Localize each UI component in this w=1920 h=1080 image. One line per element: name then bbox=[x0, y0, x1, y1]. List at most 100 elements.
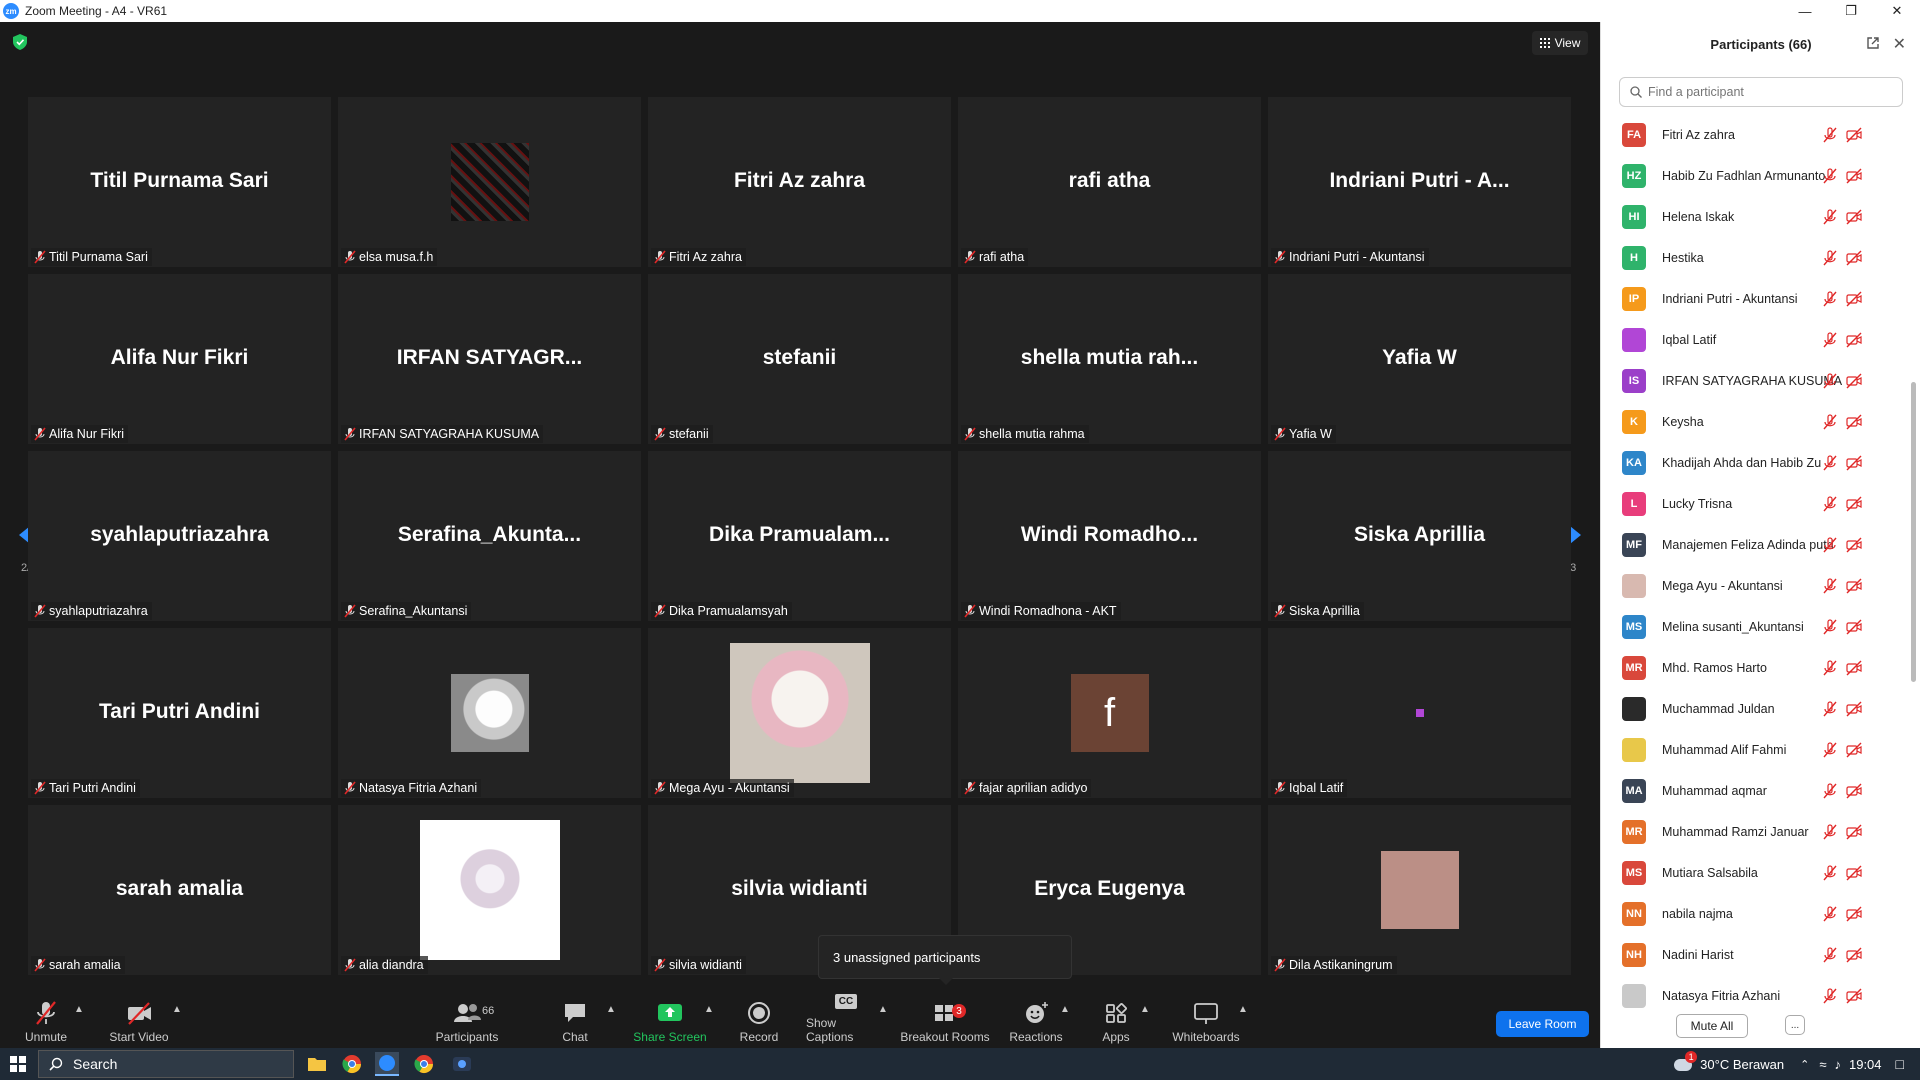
participant-row[interactable]: IP Indriani Putri - Akuntansi bbox=[1601, 278, 1913, 319]
participant-row[interactable]: Muchammad Juldan bbox=[1601, 688, 1913, 729]
participant-row[interactable]: FA Fitri Az zahra bbox=[1601, 114, 1913, 155]
participant-row[interactable]: MS Melina susanti_Akuntansi bbox=[1601, 606, 1913, 647]
camera-app-icon[interactable] bbox=[450, 1052, 474, 1076]
audio-options-chevron-icon[interactable]: ▲ bbox=[74, 1004, 84, 1015]
whiteboard-options-chevron-icon[interactable]: ▲ bbox=[1238, 1004, 1248, 1015]
mic-muted-icon[interactable] bbox=[1821, 208, 1839, 225]
video-tile[interactable]: Iqbal Latif bbox=[1268, 628, 1571, 798]
video-tile[interactable]: Yafia W Yafia W bbox=[1268, 274, 1571, 444]
mute-all-button[interactable]: Mute All bbox=[1676, 1014, 1748, 1038]
mic-muted-icon[interactable] bbox=[1821, 372, 1839, 389]
participant-row[interactable]: MA Muhammad aqmar bbox=[1601, 770, 1913, 811]
participant-list-scrollbar[interactable] bbox=[1911, 382, 1916, 682]
video-tile[interactable]: f fajar aprilian adidyo bbox=[958, 628, 1261, 798]
participant-row[interactable]: Mega Ayu - Akuntansi bbox=[1601, 565, 1913, 606]
participant-row[interactable]: MR Mhd. Ramos Harto bbox=[1601, 647, 1913, 688]
unassigned-participants-toast[interactable]: 3 unassigned participants bbox=[818, 935, 1072, 985]
mic-muted-icon[interactable] bbox=[1821, 659, 1839, 676]
mic-muted-icon[interactable] bbox=[1821, 864, 1839, 881]
video-tile[interactable]: Fitri Az zahra Fitri Az zahra bbox=[648, 97, 951, 267]
mic-muted-icon[interactable] bbox=[1821, 495, 1839, 512]
wifi-icon[interactable]: ≈ bbox=[1819, 1057, 1826, 1072]
participant-row[interactable]: Natasya Fitria Azhani bbox=[1601, 975, 1913, 1016]
zoom-taskbar-icon[interactable] bbox=[375, 1052, 399, 1076]
video-off-icon[interactable] bbox=[1845, 537, 1863, 553]
file-explorer-icon[interactable] bbox=[305, 1052, 329, 1076]
video-off-icon[interactable] bbox=[1845, 701, 1863, 717]
video-tile[interactable]: Dila Astikaningrum bbox=[1268, 805, 1571, 975]
participant-row[interactable]: NH Nadini Harist bbox=[1601, 934, 1913, 975]
minimize-button[interactable]: — bbox=[1782, 0, 1828, 22]
mic-muted-icon[interactable] bbox=[1821, 905, 1839, 922]
video-off-icon[interactable] bbox=[1845, 168, 1863, 184]
video-off-icon[interactable] bbox=[1845, 865, 1863, 881]
close-panel-icon[interactable]: ✕ bbox=[1893, 34, 1906, 54]
participant-row[interactable]: L Lucky Trisna bbox=[1601, 483, 1913, 524]
video-off-icon[interactable] bbox=[1845, 209, 1863, 225]
participant-row[interactable]: HZ Habib Zu Fadhlan Armunanto bbox=[1601, 155, 1913, 196]
video-off-icon[interactable] bbox=[1845, 250, 1863, 266]
breakout-rooms-button[interactable]: Breakout Rooms bbox=[900, 990, 990, 1048]
apps-button[interactable]: Apps bbox=[1096, 990, 1136, 1048]
video-off-icon[interactable] bbox=[1845, 414, 1863, 430]
mic-muted-icon[interactable] bbox=[1821, 536, 1839, 553]
video-off-icon[interactable] bbox=[1845, 947, 1863, 963]
video-off-icon[interactable] bbox=[1845, 373, 1863, 389]
video-tile[interactable]: Dika Pramualam... Dika Pramualamsyah bbox=[648, 451, 951, 621]
mic-muted-icon[interactable] bbox=[1821, 987, 1839, 1004]
popout-icon[interactable] bbox=[1866, 36, 1880, 50]
participant-row[interactable]: MR Muhammad Ramzi Januar bbox=[1601, 811, 1913, 852]
mic-muted-icon[interactable] bbox=[1821, 290, 1839, 307]
video-tile[interactable]: Serafina_Akunta... Serafina_Akuntansi bbox=[338, 451, 641, 621]
mic-muted-icon[interactable] bbox=[1821, 741, 1839, 758]
participant-row[interactable]: H Hestika bbox=[1601, 237, 1913, 278]
video-tile[interactable]: Mega Ayu - Akuntansi bbox=[648, 628, 951, 798]
video-off-icon[interactable] bbox=[1845, 127, 1863, 143]
video-off-icon[interactable] bbox=[1845, 332, 1863, 348]
video-tile[interactable]: Titil Purnama Sari Titil Purnama Sari bbox=[28, 97, 331, 267]
participant-row[interactable]: HI Helena Iskak bbox=[1601, 196, 1913, 237]
video-off-icon[interactable] bbox=[1845, 988, 1863, 1004]
share-options-chevron-icon[interactable]: ▲ bbox=[704, 1004, 714, 1015]
video-tile[interactable]: syahlaputriazahra syahlaputriazahra bbox=[28, 451, 331, 621]
participant-row[interactable]: K Keysha bbox=[1601, 401, 1913, 442]
participant-row[interactable]: Muhammad Alif Fahmi bbox=[1601, 729, 1913, 770]
video-off-icon[interactable] bbox=[1845, 783, 1863, 799]
video-options-chevron-icon[interactable]: ▲ bbox=[172, 1004, 182, 1015]
whiteboards-button[interactable]: Whiteboards bbox=[1168, 990, 1244, 1048]
video-off-icon[interactable] bbox=[1845, 291, 1863, 307]
participant-row[interactable]: KA Khadijah Ahda dan Habib Zu bbox=[1601, 442, 1913, 483]
video-tile[interactable]: sarah amalia sarah amalia bbox=[28, 805, 331, 975]
video-tile[interactable]: shella mutia rah... shella mutia rahma bbox=[958, 274, 1261, 444]
video-tile[interactable]: Windi Romadho... Windi Romadhona - AKT bbox=[958, 451, 1261, 621]
participant-row[interactable]: NN nabila najma bbox=[1601, 893, 1913, 934]
mic-muted-icon[interactable] bbox=[1821, 946, 1839, 963]
mic-muted-icon[interactable] bbox=[1821, 126, 1839, 143]
mic-muted-icon[interactable] bbox=[1821, 454, 1839, 471]
taskbar-search[interactable]: Search bbox=[38, 1050, 294, 1078]
start-video-button[interactable]: Start Video bbox=[104, 990, 174, 1048]
unmute-button[interactable]: Unmute bbox=[18, 990, 74, 1048]
participant-row[interactable]: IS IRFAN SATYAGRAHA KUSUMA bbox=[1601, 360, 1913, 401]
mic-muted-icon[interactable] bbox=[1821, 249, 1839, 266]
show-captions-button[interactable]: CC Show Captions bbox=[806, 990, 886, 1048]
video-tile[interactable]: IRFAN SATYAGR... IRFAN SATYAGRAHA KUSUMA bbox=[338, 274, 641, 444]
video-off-icon[interactable] bbox=[1845, 496, 1863, 512]
tray-chevron-icon[interactable]: ⌃ bbox=[1800, 1058, 1809, 1071]
chrome-icon[interactable] bbox=[340, 1052, 364, 1076]
reactions-options-chevron-icon[interactable]: ▲ bbox=[1060, 1004, 1070, 1015]
captions-options-chevron-icon[interactable]: ▲ bbox=[878, 1004, 888, 1015]
reactions-button[interactable]: Reactions bbox=[1006, 990, 1066, 1048]
volume-icon[interactable]: ♪ bbox=[1834, 1057, 1841, 1072]
windows-start-icon[interactable] bbox=[10, 1056, 26, 1072]
weather-icon[interactable]: 1 bbox=[1672, 1051, 1698, 1075]
participant-row[interactable]: MF Manajemen Feliza Adinda putri bbox=[1601, 524, 1913, 565]
video-tile[interactable]: rafi atha rafi atha bbox=[958, 97, 1261, 267]
mic-muted-icon[interactable] bbox=[1821, 413, 1839, 430]
video-tile[interactable]: Indriani Putri - A... Indriani Putri - Ak… bbox=[1268, 97, 1571, 267]
video-tile[interactable]: stefanii stefanii bbox=[648, 274, 951, 444]
video-tile[interactable]: alia diandra bbox=[338, 805, 641, 975]
participant-search[interactable] bbox=[1619, 77, 1903, 107]
mic-muted-icon[interactable] bbox=[1821, 167, 1839, 184]
leave-room-button[interactable]: Leave Room bbox=[1496, 1011, 1589, 1037]
